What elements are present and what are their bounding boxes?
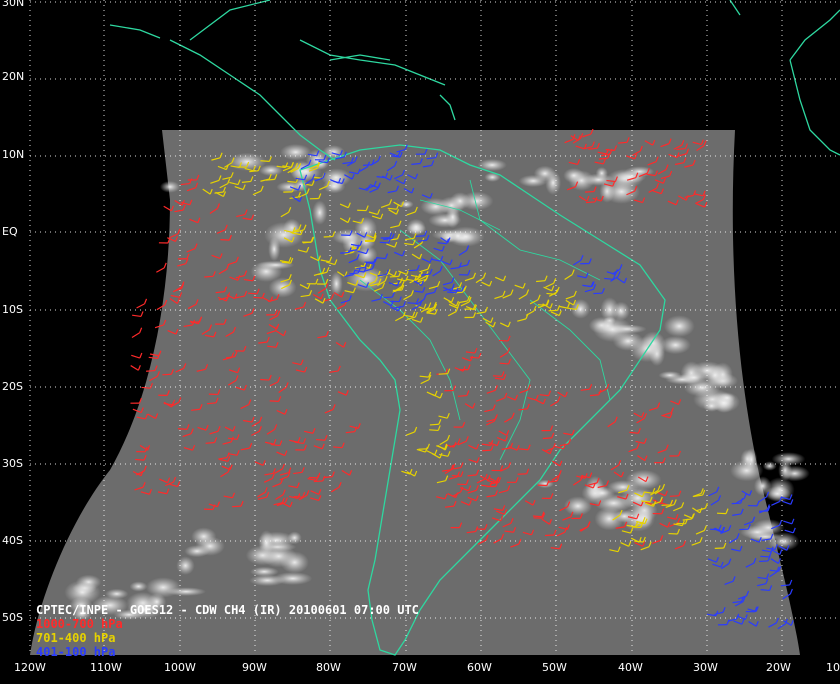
lon-label-10w: 10: [826, 662, 840, 674]
cloud-patch: [659, 371, 682, 379]
lon-label-90w: 90W: [242, 662, 267, 674]
cloud-patch: [545, 170, 561, 195]
cloud-patch: [704, 365, 725, 386]
cloud-patch: [160, 181, 180, 193]
cloud-patch: [276, 181, 302, 192]
lon-label-50w: 50W: [542, 662, 567, 674]
lat-label-50s: 50S: [2, 612, 23, 624]
lat-label-30n: 30N: [2, 0, 24, 9]
legend-low-level: 1000-700 hPa: [36, 617, 419, 631]
cloud-patch: [718, 393, 735, 403]
cloud-patch: [280, 144, 311, 160]
lat-label-10s: 10S: [2, 304, 23, 316]
lon-label-40w: 40W: [618, 662, 643, 674]
lon-label-120w: 120W: [14, 662, 46, 674]
cloud-patch: [184, 545, 209, 557]
cloud-patch: [312, 200, 327, 225]
lon-label-100w: 100W: [164, 662, 196, 674]
cloud-patch: [259, 530, 275, 555]
map-caption: CPTEC/INPE - GOES12 - CDW CH4 (IR) 20100…: [36, 603, 419, 659]
cloud-patch: [519, 175, 548, 187]
lat-label-20n: 20N: [2, 71, 24, 83]
lon-label-20w: 20W: [766, 662, 791, 674]
cloud-patch: [407, 219, 426, 235]
lat-label-30s: 30S: [2, 458, 23, 470]
cloud-patch: [625, 166, 655, 177]
cloud-patch: [664, 315, 695, 337]
cloud-patch: [740, 525, 775, 539]
cloud-patch: [273, 572, 312, 585]
legend-mid-level: 701-400 hPa: [36, 631, 419, 645]
lon-label-80w: 80W: [316, 662, 341, 674]
cloud-patch: [703, 400, 720, 412]
map-canvas: [0, 0, 840, 680]
lon-label-110w: 110W: [90, 662, 122, 674]
legend-high-level: 401-100 hPa: [36, 645, 419, 659]
lon-label-30w: 30W: [693, 662, 718, 674]
cloud-patch: [191, 527, 216, 545]
caption-title: CPTEC/INPE - GOES12 - CDW CH4 (IR) 20100…: [36, 603, 419, 617]
lat-label-40s: 40S: [2, 535, 23, 547]
cloud-patch: [130, 581, 148, 591]
cloud-patch: [105, 589, 128, 599]
cloud-patch: [730, 460, 763, 482]
cloud-patch: [287, 531, 301, 544]
lon-label-60w: 60W: [467, 662, 492, 674]
cloud-patch: [593, 317, 632, 343]
lat-label-20s: 20S: [2, 381, 23, 393]
cloud-patch: [399, 200, 413, 208]
lat-label-eq: EQ: [2, 226, 18, 238]
satellite-map: 30N 20N 10N EQ 10S 20S 30S 40S 50S 120W …: [0, 0, 840, 680]
lon-label-70w: 70W: [392, 662, 417, 674]
lat-label-10n: 10N: [2, 149, 24, 161]
cloud-patch: [332, 229, 364, 245]
cloud-patch: [583, 174, 614, 186]
cloud-patch: [563, 168, 584, 183]
cloud-patch: [330, 272, 343, 296]
cloud-patch: [264, 222, 304, 248]
cloud-patch: [176, 556, 194, 574]
cloud-patch: [146, 577, 181, 597]
cloud-patch: [780, 466, 810, 482]
cloud-patch: [64, 580, 100, 604]
